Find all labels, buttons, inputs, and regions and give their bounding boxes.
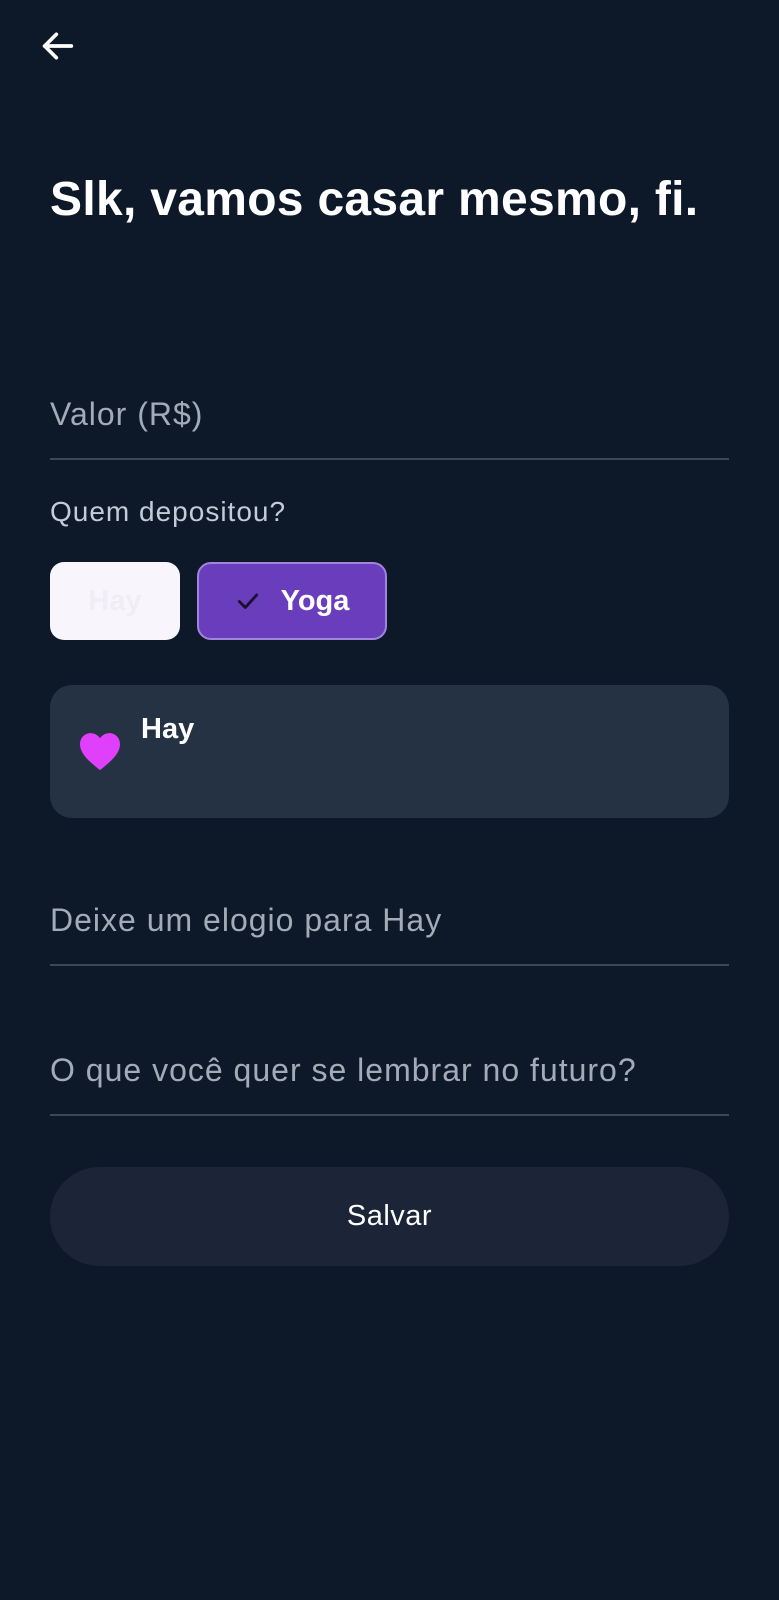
- elogio-input[interactable]: [50, 876, 729, 964]
- chip-hay[interactable]: Hay: [50, 562, 180, 640]
- page-title: Slk, vamos casar mesmo, fi.: [50, 173, 699, 226]
- elogio-field: [50, 876, 729, 966]
- chip-yoga[interactable]: Yoga: [197, 562, 387, 640]
- lembrar-input[interactable]: [50, 1026, 729, 1114]
- screen: Slk, vamos casar mesmo, fi. Quem deposit…: [0, 0, 779, 1600]
- heart-icon: [80, 733, 120, 771]
- save-button[interactable]: Salvar: [50, 1167, 729, 1266]
- arrow-left-icon: [42, 32, 74, 60]
- valor-field: [50, 370, 729, 460]
- valor-input[interactable]: [50, 370, 729, 458]
- chip-hay-label: Hay: [88, 584, 142, 617]
- depositor-label: Quem depositou?: [50, 496, 287, 527]
- lembrar-field: [50, 1026, 729, 1116]
- selected-person-card: Hay: [50, 685, 729, 818]
- chip-yoga-label: Yoga: [280, 584, 350, 617]
- selected-person-name: Hay: [141, 713, 195, 745]
- check-icon: [235, 588, 261, 614]
- back-button[interactable]: [36, 24, 80, 68]
